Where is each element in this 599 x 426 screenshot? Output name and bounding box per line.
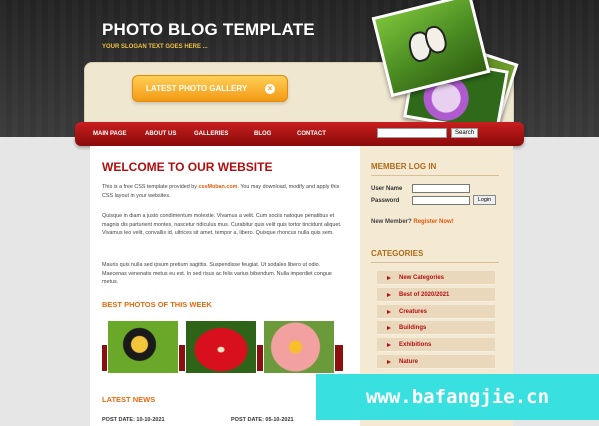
category-label: Best of 2020/2021 bbox=[399, 292, 450, 298]
categories-heading: CATEGORIES bbox=[371, 249, 424, 258]
body-paragraph-2: Quisque in diam a justo condimentum mole… bbox=[102, 213, 342, 237]
arrow-bullet-icon bbox=[387, 360, 391, 364]
nav-main-page[interactable]: MAIN PAGE bbox=[93, 122, 127, 146]
category-item[interactable]: Best of 2020/2021 bbox=[377, 288, 495, 302]
categories-divider bbox=[371, 262, 499, 263]
category-label: Buildings bbox=[399, 325, 427, 331]
thumb-butterfly[interactable] bbox=[107, 320, 179, 374]
category-item[interactable]: Creatures bbox=[377, 305, 495, 319]
intro-text-start: This is a free CSS template provided by bbox=[102, 184, 199, 190]
close-circle-icon: × bbox=[265, 84, 275, 94]
arrow-bullet-icon bbox=[387, 276, 391, 280]
category-item[interactable]: Exhibitions bbox=[377, 338, 495, 352]
arrow-bullet-icon bbox=[387, 343, 391, 347]
category-item[interactable]: New Categories bbox=[377, 271, 495, 285]
body-paragraph-3: Mauris quis nulla sed ipsum pretium sagi… bbox=[102, 262, 332, 286]
new-member-text: New Member? bbox=[371, 219, 412, 225]
register-link[interactable]: Register Now! bbox=[413, 219, 453, 225]
category-item[interactable]: Nature bbox=[377, 355, 495, 369]
new-member-line: New Member? Register Now! bbox=[371, 219, 454, 225]
nav-blog[interactable]: BLOG bbox=[254, 122, 271, 146]
latest-news-heading: LATEST NEWS bbox=[102, 395, 156, 404]
thumb-red-flower[interactable] bbox=[185, 320, 257, 374]
nav-about-us[interactable]: ABOUT US bbox=[145, 122, 176, 146]
latest-gallery-button[interactable]: LATEST PHOTO GALLERY × bbox=[132, 75, 288, 102]
best-photos-heading: BEST PHOTOS OF THIS WEEK bbox=[102, 300, 212, 309]
nav-contact[interactable]: CONTACT bbox=[297, 122, 326, 146]
arrow-bullet-icon bbox=[387, 293, 391, 297]
username-label: User Name bbox=[371, 186, 403, 192]
category-label: Creatures bbox=[399, 309, 428, 315]
news-date-1: POST DATE: 10-10-2021 bbox=[102, 417, 165, 423]
login-divider bbox=[371, 175, 499, 176]
login-button[interactable]: Login bbox=[473, 195, 496, 205]
search-button[interactable]: Search bbox=[451, 128, 478, 138]
site-title: PHOTO BLOG TEMPLATE bbox=[102, 20, 315, 39]
site-slogan: YOUR SLOGAN TEXT GOES HERE ... bbox=[102, 44, 208, 50]
password-field[interactable] bbox=[412, 196, 470, 205]
arrow-bullet-icon bbox=[387, 326, 391, 330]
username-field[interactable] bbox=[412, 184, 470, 193]
category-label: Nature bbox=[399, 359, 419, 365]
arrow-bullet-icon bbox=[387, 310, 391, 314]
password-label: Password bbox=[371, 198, 400, 204]
member-login-heading: MEMBER LOG IN bbox=[371, 162, 437, 171]
intro-paragraph: This is a free CSS template provided by … bbox=[102, 183, 344, 200]
gallery-button-label: LATEST PHOTO GALLERY bbox=[146, 84, 248, 93]
category-label: Exhibitions bbox=[399, 342, 432, 348]
welcome-heading: WELCOME TO OUR WEBSITE bbox=[102, 160, 273, 174]
category-label: New Categories bbox=[399, 275, 445, 281]
thumb-hibiscus[interactable] bbox=[263, 320, 335, 374]
search-input[interactable] bbox=[377, 128, 447, 138]
nav-galleries[interactable]: GALLERIES bbox=[194, 122, 228, 146]
category-item[interactable]: Buildings bbox=[377, 321, 495, 335]
watermark-banner: www.bafangjie.cn bbox=[316, 374, 599, 420]
cssmoban-link[interactable]: cssMoban.com bbox=[198, 184, 237, 190]
news-date-2: POST DATE: 05-10-2021 bbox=[231, 417, 294, 423]
